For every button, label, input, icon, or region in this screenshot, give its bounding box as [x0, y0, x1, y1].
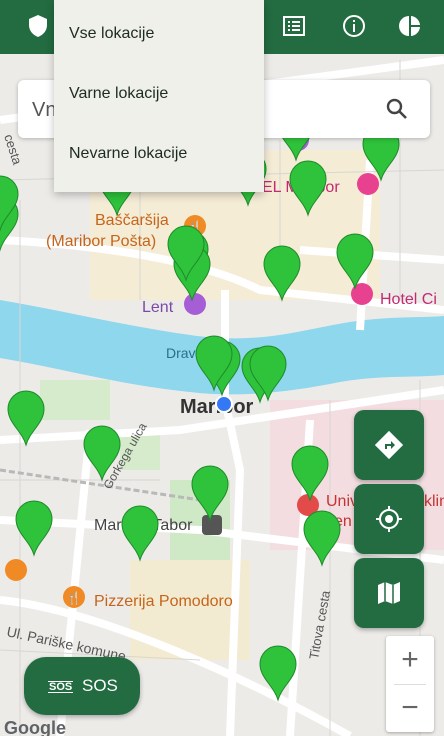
- my-location-button[interactable]: [354, 484, 424, 554]
- shield-icon[interactable]: [20, 8, 56, 44]
- pie-chart-icon[interactable]: [392, 8, 428, 44]
- directions-button[interactable]: [354, 410, 424, 480]
- map-label-hospital-2: klin: [424, 493, 444, 510]
- sos-icon: SOS: [48, 681, 74, 693]
- search-icon[interactable]: [382, 94, 412, 124]
- info-icon[interactable]: [336, 8, 372, 44]
- cafe-poi-icon: [5, 559, 27, 581]
- park-area: [40, 380, 110, 420]
- zoom-in-button[interactable]: +: [386, 636, 434, 684]
- hotel-poi-icon: [357, 173, 379, 195]
- menu-item-unsafe-locations[interactable]: Nevarne lokacije: [69, 142, 187, 166]
- sos-button[interactable]: SOS SOS: [24, 657, 140, 715]
- train-station-poi-icon: [202, 515, 222, 535]
- google-logo: Google: [4, 718, 66, 736]
- my-location-icon: [376, 506, 402, 532]
- map-icon: [378, 582, 400, 604]
- sos-label: SOS: [82, 676, 118, 695]
- zoom-controls: + −: [386, 636, 434, 732]
- map-layers-button[interactable]: [354, 558, 424, 628]
- menu-item-safe-locations[interactable]: Varne lokacije: [69, 82, 168, 106]
- current-location-dot: [215, 395, 233, 413]
- shopping-poi-icon: [184, 293, 206, 315]
- map-label-lent: Lent: [142, 299, 174, 316]
- menu-item-all-locations[interactable]: Vse lokacije: [69, 22, 154, 46]
- svg-text:🍴: 🍴: [67, 591, 82, 605]
- map-label-bascarsija-sub: (Maribor Pošta): [46, 233, 156, 250]
- map-label-bascarsija: Baščaršija: [95, 212, 169, 229]
- map-label-pizzeria: Pizzerija Pomodoro: [94, 593, 233, 610]
- map-label-hotel-city: Hotel Ci: [380, 291, 437, 308]
- location-filter-menu: Vse lokacije Varne lokacije Nevarne loka…: [54, 0, 264, 192]
- restaurant-poi-icon: 🍴: [63, 586, 85, 608]
- list-icon[interactable]: [276, 8, 312, 44]
- directions-icon: [374, 430, 404, 460]
- zoom-out-button[interactable]: −: [386, 684, 434, 732]
